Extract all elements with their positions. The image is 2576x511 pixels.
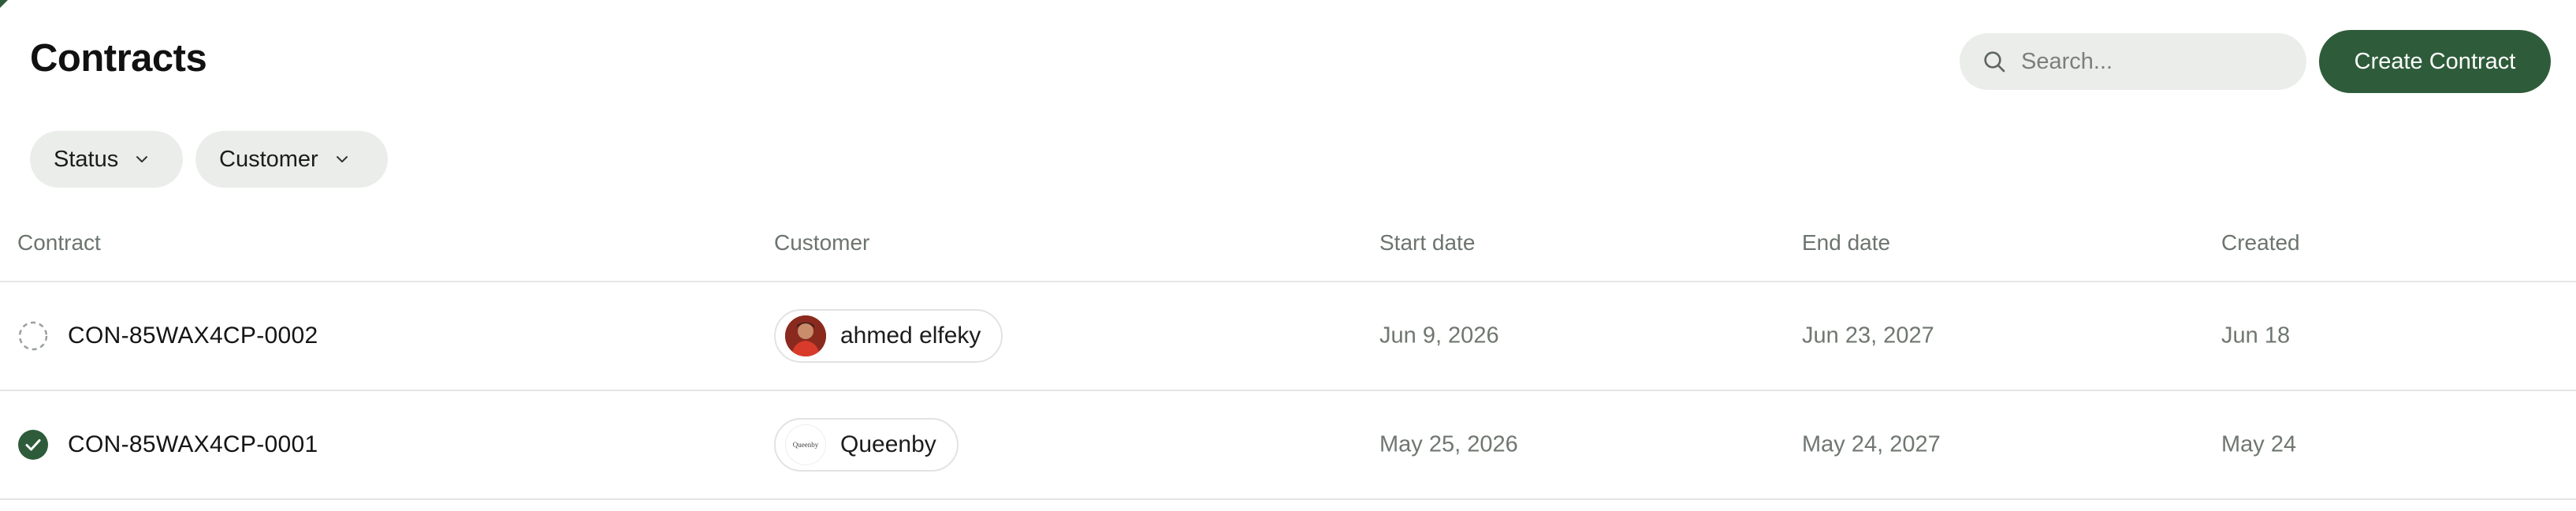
chevron-down-icon xyxy=(132,150,151,169)
contracts-table: Contract Customer Start date End date Cr… xyxy=(0,213,2576,500)
create-contract-button[interactable]: Create Contract xyxy=(2319,30,2551,93)
table-row[interactable]: CON-85WAX4CP-0001 Queenby Queenby May 25… xyxy=(0,391,2576,500)
table-row[interactable]: CON-85WAX4CP-0002 ahmed elfeky Jun 9, 20… xyxy=(0,282,2576,391)
check-circle-icon xyxy=(17,429,49,461)
search-icon xyxy=(1984,51,2005,73)
contract-id[interactable]: CON-85WAX4CP-0001 xyxy=(68,431,318,458)
customer-cell: Queenby Queenby xyxy=(774,418,959,472)
search-input[interactable] xyxy=(2021,48,2289,75)
corner-accent xyxy=(0,0,8,8)
customer-chip[interactable]: Queenby Queenby xyxy=(774,418,959,472)
start-date: May 25, 2026 xyxy=(1379,431,1518,457)
contract-cell: CON-85WAX4CP-0002 xyxy=(17,320,318,352)
column-header-start-date[interactable]: Start date xyxy=(1379,230,1475,255)
customer-filter[interactable]: Customer xyxy=(195,131,388,188)
status-filter-label: Status xyxy=(54,146,119,172)
page-title: Contracts xyxy=(30,37,207,80)
start-date: Jun 9, 2026 xyxy=(1379,323,1499,349)
chevron-down-icon xyxy=(333,150,352,169)
contract-id[interactable]: CON-85WAX4CP-0002 xyxy=(68,323,318,349)
status-filter[interactable]: Status xyxy=(30,131,183,188)
created-date: May 24 xyxy=(2221,431,2297,457)
column-header-created[interactable]: Created xyxy=(2221,230,2300,255)
customer-chip[interactable]: ahmed elfeky xyxy=(774,309,1003,363)
customer-logo: Queenby xyxy=(792,441,819,449)
customer-name: Queenby xyxy=(840,431,936,457)
search-box[interactable] xyxy=(1960,33,2306,90)
created-date: Jun 18 xyxy=(2221,323,2291,349)
column-header-customer[interactable]: Customer xyxy=(774,230,869,255)
end-date: May 24, 2027 xyxy=(1802,431,1941,457)
customer-filter-label: Customer xyxy=(219,146,318,172)
avatar xyxy=(785,315,826,356)
column-header-contract[interactable]: Contract xyxy=(17,230,101,255)
end-date: Jun 23, 2027 xyxy=(1802,323,1934,349)
customer-cell: ahmed elfeky xyxy=(774,309,1003,363)
column-header-end-date[interactable]: End date xyxy=(1802,230,1890,255)
customer-name: ahmed elfeky xyxy=(840,323,981,349)
table-header: Contract Customer Start date End date Cr… xyxy=(0,213,2576,282)
contract-cell: CON-85WAX4CP-0001 xyxy=(17,429,318,461)
dashed-circle-icon xyxy=(17,320,49,352)
avatar: Queenby xyxy=(785,424,826,465)
